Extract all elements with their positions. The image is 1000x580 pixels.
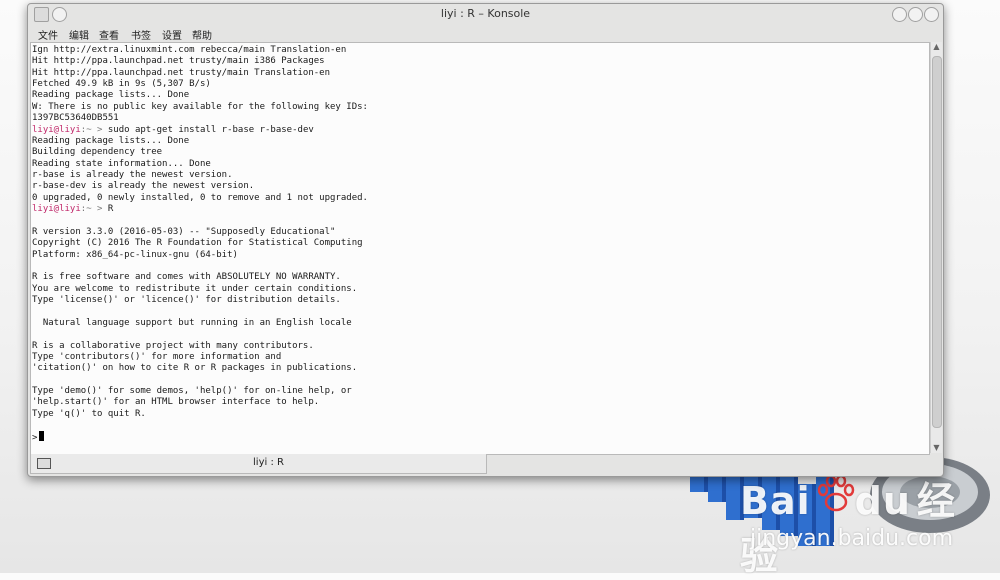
output-line: W: There is no public key available for …: [32, 101, 368, 112]
menu-bookmarks[interactable]: 书签: [131, 27, 151, 42]
scrollbar-thumb[interactable]: [932, 56, 942, 428]
menu-file[interactable]: 文件: [38, 27, 58, 42]
scroll-down-icon[interactable]: ▼: [931, 443, 942, 453]
title-bar[interactable]: liyi : R – Konsole: [28, 4, 943, 24]
output-line: Hit http://ppa.launchpad.net trusty/main…: [32, 67, 331, 78]
watermark-brand: Bai du 经验: [740, 479, 956, 578]
scroll-up-icon[interactable]: ▲: [931, 42, 942, 52]
shell-prompt-line: liyi@liyi:~ > R: [32, 203, 113, 215]
text-cursor: [39, 430, 45, 441]
output-line: Hit http://ppa.launchpad.net trusty/main…: [32, 56, 325, 67]
menu-help[interactable]: 帮助: [192, 27, 212, 42]
output-line: 'help.start()' for an HTML browser inter…: [32, 397, 320, 408]
command-text: R: [107, 204, 114, 215]
menu-edit[interactable]: 编辑: [69, 27, 89, 42]
output-line: You are welcome to redistribute it under…: [32, 283, 358, 294]
menu-settings[interactable]: 设置: [162, 27, 182, 42]
minimize-icon[interactable]: [892, 7, 907, 22]
session-tab[interactable]: liyi : R: [30, 454, 487, 474]
output-line: Reading package lists... Done: [32, 135, 190, 146]
prompt-path: :~ >: [80, 204, 108, 215]
session-tab-bar: liyi : R: [28, 453, 943, 475]
prompt-path: :~ >: [80, 124, 108, 135]
vertical-scrollbar[interactable]: ▲ ▼: [930, 42, 942, 453]
terminal-output[interactable]: Ign http://extra.linuxmint.com rebecca/m…: [30, 42, 930, 455]
output-line: 'citation()' on how to cite R or R packa…: [32, 363, 358, 374]
output-line: 0 upgraded, 0 newly installed, 0 to remo…: [32, 192, 368, 203]
session-tab-label: liyi : R: [253, 457, 284, 468]
output-line: R is free software and comes with ABSOLU…: [32, 272, 341, 283]
output-line: Type 'license()' or 'licence()' for dist…: [32, 295, 341, 306]
shell-prompt-line: liyi@liyi:~ > sudo apt-get install r-bas…: [32, 124, 314, 136]
baidu-jingyan-watermark: Bai du 经验 jingyan.baidu.com: [740, 470, 980, 578]
output-line: R version 3.3.0 (2016-05-03) -- "Suppose…: [32, 226, 336, 237]
r-prompt-line: >: [32, 430, 45, 443]
output-line: Type 'contributors()' for more informati…: [32, 351, 282, 362]
output-line: Reading state information... Done: [32, 158, 211, 169]
output-line: Natural language support but running in …: [32, 317, 352, 328]
output-line: 1397BC53640DB551: [32, 113, 119, 124]
menu-view[interactable]: 查看: [99, 27, 119, 42]
output-line: r-base is already the newest version.: [32, 170, 233, 181]
output-line: Reading package lists... Done: [32, 90, 190, 101]
output-line: Type 'demo()' for some demos, 'help()' f…: [32, 386, 352, 397]
output-line: Fetched 49.9 kB in 9s (5,307 B/s): [32, 79, 211, 90]
output-line: Building dependency tree: [32, 147, 163, 158]
maximize-icon[interactable]: [908, 7, 923, 22]
close-icon[interactable]: [924, 7, 939, 22]
konsole-window: liyi : R – Konsole 文件 编辑 查看 书签 设置 帮助 Ign…: [27, 3, 944, 477]
watermark-url: jingyan.baidu.com: [750, 526, 954, 551]
r-prompt: >: [32, 432, 38, 443]
window-title: liyi : R – Konsole: [440, 7, 531, 20]
output-line: r-base-dev is already the newest version…: [32, 181, 255, 192]
output-line: Type 'q()' to quit R.: [32, 408, 146, 419]
output-line: Platform: x86_64-pc-linux-gnu (64-bit): [32, 249, 238, 260]
prompt-user: liyi@liyi: [32, 204, 81, 215]
output-line: Ign http://extra.linuxmint.com rebecca/m…: [32, 45, 347, 55]
command-text: sudo apt-get install r-base r-base-dev: [107, 124, 314, 135]
menu-bar: 文件 编辑 查看 书签 设置 帮助: [28, 25, 943, 43]
prompt-user: liyi@liyi: [32, 124, 81, 135]
output-line: R is a collaborative project with many c…: [32, 340, 314, 351]
output-line: Copyright (C) 2016 The R Foundation for …: [32, 238, 363, 249]
baidu-paw-icon: [817, 474, 855, 512]
